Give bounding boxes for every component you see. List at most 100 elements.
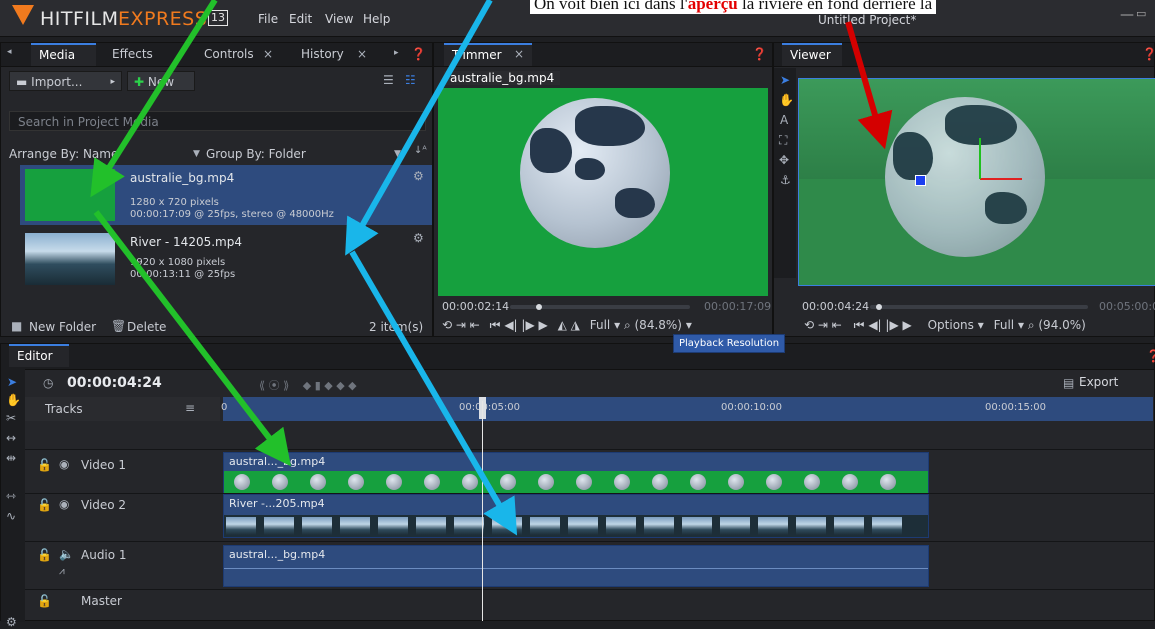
playhead[interactable] [482,401,483,621]
media-item[interactable]: River - 14205.mp4 1920 x 1080 pixels 00:… [20,229,432,293]
resolution-dropdown[interactable]: Full [994,318,1015,332]
move-tool-icon[interactable]: ✥ [779,153,789,167]
chevron-down-icon[interactable]: ▾ [686,318,692,332]
trimmer-file-tab[interactable]: australie_bg.mp4 [444,71,561,85]
close-icon[interactable]: × [263,47,273,61]
lock-icon[interactable]: 🔓 [37,498,52,512]
step-back-icon[interactable]: ◀| [868,318,881,332]
minimize-icon[interactable]: — [1120,7,1134,23]
resolution-dropdown[interactable]: Full [590,318,611,332]
transform-handle-icon[interactable] [915,175,926,186]
rate-stretch-icon[interactable]: ∿ [6,509,16,523]
eye-icon[interactable]: ◉ [59,457,69,471]
menu-help[interactable]: Help [363,12,390,26]
timeline-clip[interactable]: River -...205.mp4 [223,494,929,538]
play-icon[interactable]: ▶ [539,318,548,332]
slide-tool-icon[interactable]: ⇹ [6,451,16,465]
maximize-icon[interactable]: ▭ [1136,7,1146,20]
timeline-clip[interactable]: austral..._bg.mp4 [223,545,929,587]
tab-editor[interactable]: Editor [9,344,69,367]
zoom-level[interactable]: (84.8%) [635,318,682,332]
lock-icon[interactable]: 🔓 [37,548,52,562]
step-back-icon[interactable]: ◀| [504,318,517,332]
loop-icon[interactable]: ⟲ [804,318,814,332]
skip-start-icon[interactable]: ⏮ [854,318,865,332]
eye-icon[interactable]: ◉ [59,497,69,511]
overwrite-icon[interactable]: ⇤ [470,318,480,332]
speaker-icon[interactable]: 🔈 [59,547,74,561]
select-tool-icon[interactable]: ➤ [780,73,790,87]
help-icon[interactable]: ❓ [1142,47,1155,61]
prev-keyframe-icon[interactable]: ⟪ [259,379,265,392]
chevron-down-icon[interactable]: ▾ [978,318,984,332]
viewer-scrub-bar[interactable] [870,304,1088,310]
chevron-down-icon[interactable]: ▾ [614,318,620,332]
help-icon[interactable]: ❓ [411,47,426,61]
close-icon[interactable]: × [357,47,367,61]
menu-edit[interactable]: Edit [289,12,312,26]
menu-file[interactable]: File [258,12,278,26]
skip-start-icon[interactable]: ⏮ [490,318,501,332]
ripple-tool-icon[interactable]: ⇿ [6,489,16,503]
sort-az-icon[interactable]: ↓ᴬ [414,145,427,156]
import-button[interactable]: ▬ Import... ▸ [9,71,122,91]
lock-icon[interactable]: 🔓 [37,594,52,608]
hand-tool-icon[interactable]: ✋ [6,393,21,407]
lock-icon[interactable]: 🔓 [37,458,52,472]
chevron-down-icon[interactable]: ▼ [193,149,200,159]
tab-controls[interactable]: Controls [196,43,262,66]
menu-icon[interactable]: ≡ [185,401,195,415]
timeline-ruler[interactable]: 0 00:00:05:00 00:00:10:00 00:00:15:00 [221,397,1153,421]
new-button[interactable]: ✚ New [127,71,195,91]
slip-tool-icon[interactable]: ↔ [6,431,16,445]
crop-tool-icon[interactable]: ⛶ [779,133,787,148]
loop-icon[interactable]: ⟲ [442,318,452,332]
group-by-dropdown[interactable]: Group By: Folder [206,147,306,161]
chevron-down-icon[interactable]: ▼ [394,149,401,159]
menu-view[interactable]: View [325,12,353,26]
next-keyframe-icon[interactable]: ⟫ [283,379,289,392]
razor-tool-icon[interactable]: ✂ [6,411,16,425]
editor-timecode[interactable]: 00:00:04:24 [67,375,162,391]
hand-tool-icon[interactable]: ✋ [779,93,794,107]
tab-viewer[interactable]: Viewer [782,43,842,66]
anchor-tool-icon[interactable]: ⚓ [780,173,791,187]
detail-list-icon[interactable]: ☷ [405,73,416,87]
add-keyframe-icon[interactable]: ⦿ [269,379,280,392]
gear-icon[interactable]: ⚙ [413,169,424,183]
chevron-down-icon[interactable]: ▾ [1018,318,1024,332]
gear-icon[interactable]: ⚙ [413,231,424,245]
insert-icon[interactable]: ⇥ [456,318,466,332]
search-input[interactable]: Search in Project Media [9,111,426,131]
new-folder-button[interactable]: New Folder [29,320,96,334]
timeline-clip[interactable]: austral..._bg.mp4 [223,452,929,494]
help-icon[interactable]: ❓ [1146,349,1155,363]
chevron-right-icon[interactable]: ▸ [394,48,399,58]
step-forward-icon[interactable]: |▶ [521,318,534,332]
media-item[interactable]: australie_bg.mp4 1280 x 720 pixels 00:00… [20,165,432,225]
overwrite-icon[interactable]: ⇤ [832,318,842,332]
arrange-by-dropdown[interactable]: Arrange By: Name [9,147,118,161]
waveform-icon[interactable]: ⩘ [59,566,65,577]
chevron-left-icon[interactable]: ◂ [7,47,12,57]
gear-icon[interactable]: ⚙ [6,615,17,629]
list-icon[interactable]: ☰ [383,73,394,87]
insert-icon[interactable]: ⇥ [818,318,828,332]
options-dropdown[interactable]: Options [928,318,974,332]
trimmer-scrub-bar[interactable] [510,304,690,310]
text-tool-icon[interactable]: A [780,113,788,127]
zoom-level[interactable]: (94.0%) [1038,318,1085,332]
set-out-icon[interactable]: ◮ [571,318,580,332]
export-button[interactable]: Export [1079,375,1118,389]
step-forward-icon[interactable]: |▶ [885,318,898,332]
tab-effects[interactable]: Effects [104,43,161,66]
help-icon[interactable]: ❓ [752,47,767,61]
play-icon[interactable]: ▶ [903,318,912,332]
close-icon[interactable]: × [514,47,524,61]
tab-history[interactable]: History [293,43,352,66]
delete-button[interactable]: Delete [127,320,166,334]
tab-media[interactable]: Media [31,43,96,66]
keyframe-diamond-icon[interactable]: ◆ ▮ ◆ ◆ ◆ [303,379,357,392]
set-in-icon[interactable]: ◭ [558,318,567,332]
select-tool-icon[interactable]: ➤ [7,375,17,389]
